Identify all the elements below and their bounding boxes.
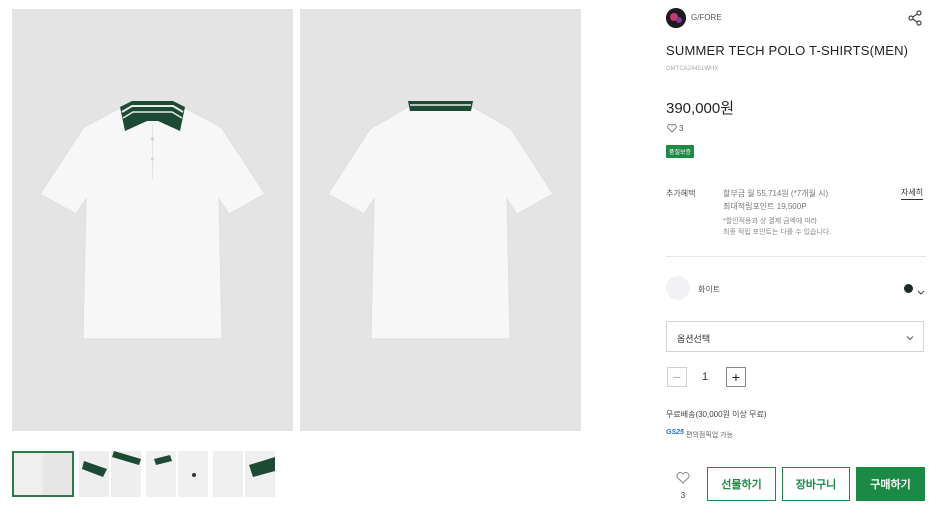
- like-count-inline: 3: [667, 124, 683, 133]
- gs25-logo: GS25: [666, 429, 684, 436]
- add-to-cart-button[interactable]: 장바구니: [782, 467, 850, 501]
- buy-now-button[interactable]: 구매하기: [856, 467, 925, 501]
- heart-icon: [667, 124, 677, 133]
- color-swatch[interactable]: [666, 276, 690, 300]
- shipping-info: 무료배송(30,000원 이상 무료): [666, 410, 767, 419]
- quantity-increase-button[interactable]: +: [726, 367, 746, 387]
- brand-avatar[interactable]: [666, 8, 686, 28]
- quantity-value[interactable]: 1: [702, 371, 708, 383]
- thumbnail-2-image: [79, 451, 141, 497]
- chevron-down-icon: [906, 336, 914, 341]
- store-pickup-text: 편의점픽업 가능: [686, 432, 734, 439]
- color-name: 화이트: [698, 285, 721, 294]
- brand-logo-image: [666, 8, 686, 28]
- shirt-front-illustration: [39, 101, 266, 340]
- gift-button[interactable]: 선물하기: [707, 467, 776, 501]
- shirt-back-illustration: [327, 101, 554, 340]
- benefit-points: 최대적립포인트 19,500P: [723, 202, 807, 211]
- color-chevron-down-icon[interactable]: [917, 283, 925, 301]
- share-icon[interactable]: [907, 10, 923, 31]
- product-price: 390,000원: [666, 100, 735, 117]
- divider: [666, 256, 926, 257]
- thumbnail-4-image: [213, 451, 275, 497]
- thumbnail-3-image: [146, 451, 208, 497]
- option-select-label: 옵션선택: [677, 334, 711, 344]
- benefit-note-1: *할인적용과 상 결제 금액에 따라: [723, 218, 818, 225]
- brand-name[interactable]: G/FORE: [691, 13, 722, 22]
- benefit-note-2: 최종 적립 포인트는 다를 수 있습니다.: [723, 229, 832, 236]
- benefit-installment: 할부금 월 55,714원 (*7개월 시): [723, 189, 829, 198]
- option-select[interactable]: 옵션선택: [666, 321, 924, 352]
- benefit-label: 추가혜택: [666, 189, 696, 198]
- like-count-inline-value: 3: [679, 124, 684, 133]
- product-title: SUMMER TECH POLO T-SHIRTS(MEN): [666, 43, 909, 58]
- thumbnail-1[interactable]: [12, 451, 74, 497]
- like-count: 3: [680, 491, 686, 500]
- thumbnail-4[interactable]: [213, 451, 275, 497]
- product-image-front[interactable]: [12, 9, 293, 431]
- color-dot[interactable]: [904, 284, 913, 293]
- product-image-back[interactable]: [300, 9, 581, 431]
- benefit-detail-link[interactable]: 자세히: [901, 187, 924, 200]
- like-button[interactable]: 3: [672, 471, 694, 500]
- product-code: GMTCA24451WHX: [666, 66, 719, 72]
- quantity-decrease-button[interactable]: −: [667, 367, 687, 387]
- quality-badge: 품질보증: [666, 145, 695, 158]
- heart-icon: [676, 472, 690, 484]
- thumbnail-2[interactable]: [79, 451, 141, 497]
- thumbnail-3[interactable]: [146, 451, 208, 497]
